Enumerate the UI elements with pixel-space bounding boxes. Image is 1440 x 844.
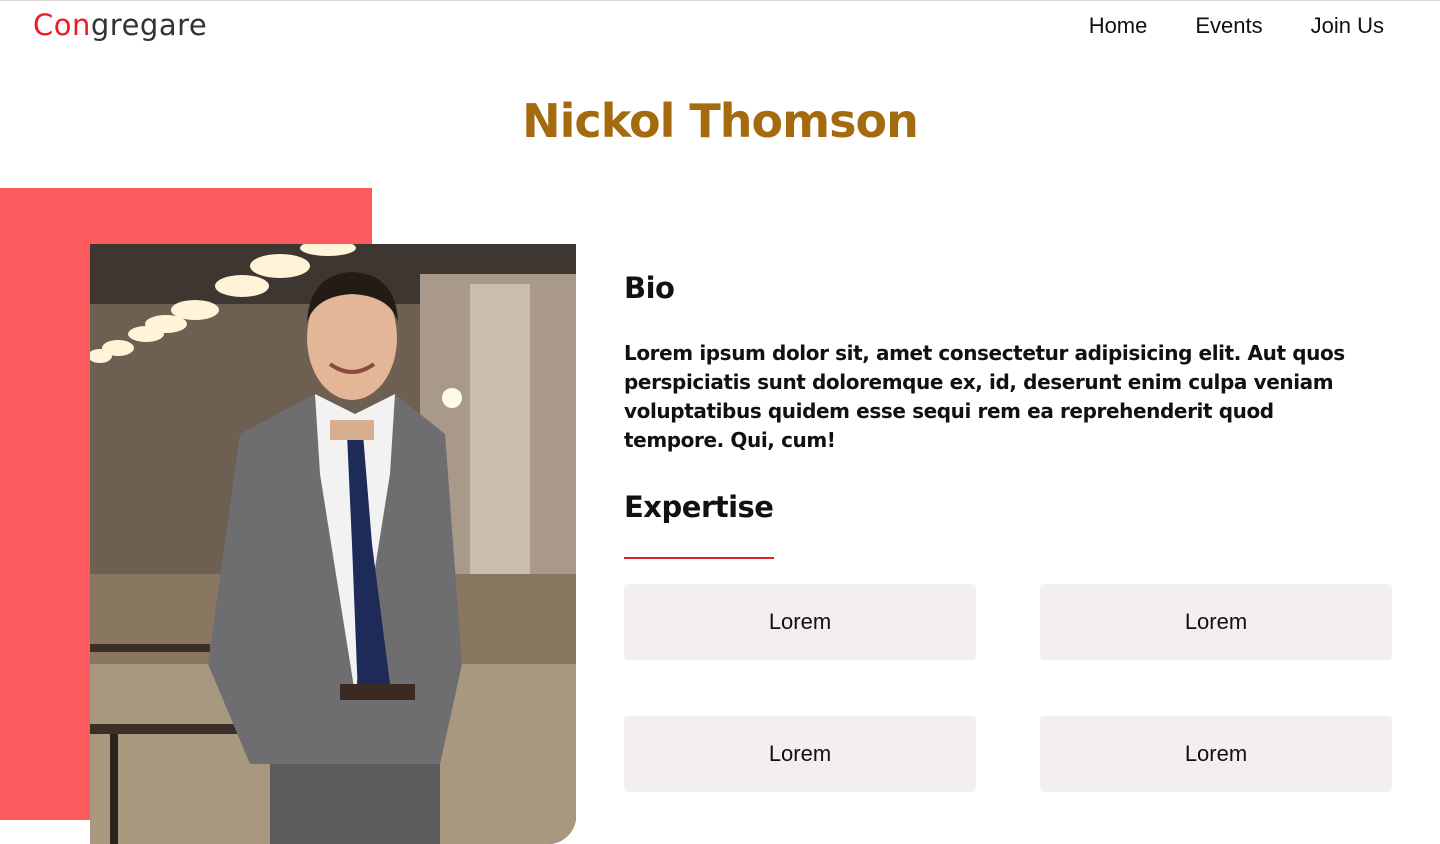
site-header: Congregare Home Events Join Us xyxy=(0,1,1440,55)
expertise-underline xyxy=(624,557,774,559)
main-nav: Home Events Join Us xyxy=(1089,11,1384,41)
bio-text: Lorem ipsum dolor sit, amet consectetur … xyxy=(624,341,1345,452)
bio-heading: Bio xyxy=(624,271,675,305)
nav-home-link[interactable]: Home xyxy=(1089,11,1148,41)
expertise-chip[interactable]: Lorem xyxy=(1040,584,1392,660)
logo-accent-text: Con xyxy=(33,8,91,42)
profile-photo-illustration xyxy=(90,244,576,844)
expertise-heading: Expertise xyxy=(624,490,774,524)
profile-photo xyxy=(90,244,576,844)
nav-events-link[interactable]: Events xyxy=(1195,11,1262,41)
expertise-chip[interactable]: Lorem xyxy=(1040,716,1392,792)
expertise-chip[interactable]: Lorem xyxy=(624,716,976,792)
logo[interactable]: Congregare xyxy=(33,7,207,43)
profile-name: Nickol Thomson xyxy=(522,94,919,148)
logo-rest-text: gregare xyxy=(90,8,208,42)
nav-join-us-link[interactable]: Join Us xyxy=(1311,11,1384,41)
expertise-chip[interactable]: Lorem xyxy=(624,584,976,660)
